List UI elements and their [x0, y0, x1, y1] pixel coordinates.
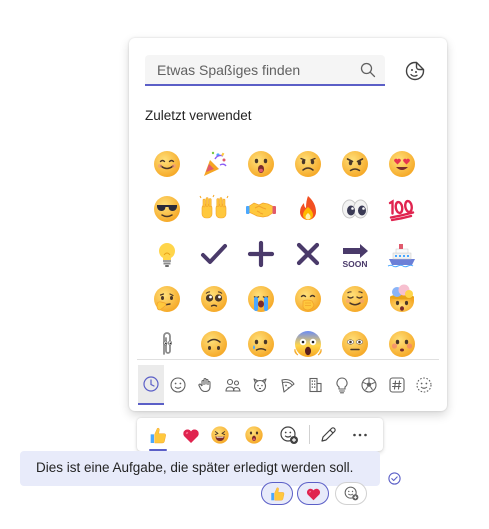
emoji-pleading-face[interactable] — [199, 284, 229, 314]
reaction-bar — [137, 418, 383, 451]
emoji-sunglasses-face[interactable] — [152, 194, 182, 224]
message-reaction-thumbs-up[interactable] — [261, 482, 293, 505]
sticker-icon[interactable] — [404, 60, 426, 82]
tab-objects[interactable] — [329, 365, 355, 405]
emoji-handshake[interactable] — [246, 194, 276, 224]
tab-custom[interactable] — [411, 365, 437, 405]
reaction-thumbs-up[interactable] — [145, 422, 171, 451]
emoji-soon-arrow[interactable]: SOON — [340, 239, 370, 269]
emoji-hundred-points[interactable] — [387, 194, 417, 224]
pizza-icon — [280, 378, 295, 393]
emoji-exploding-head[interactable] — [387, 284, 417, 314]
emoji-screaming-face[interactable] — [293, 329, 323, 357]
people-icon — [225, 378, 241, 392]
reaction-heart[interactable] — [178, 422, 204, 448]
smiley-icon — [170, 377, 186, 393]
emoji-raising-hands[interactable] — [199, 194, 229, 224]
emoji-relieved-face[interactable] — [340, 284, 370, 314]
emoji-cross-mark[interactable] — [293, 239, 323, 269]
read-check-icon — [388, 472, 401, 485]
tab-food[interactable] — [275, 365, 301, 405]
emoji-grid: SOON — [144, 145, 430, 357]
emoji-thinking-face[interactable] — [152, 284, 182, 314]
emoji-check-mark[interactable] — [199, 239, 229, 269]
emoji-tear-face[interactable] — [246, 329, 276, 357]
ball-icon — [361, 377, 377, 393]
message-text: Dies ist eine Aufgabe, die später erledi… — [36, 460, 354, 475]
hand-icon — [198, 377, 211, 393]
emoji-paperclip[interactable] — [152, 329, 182, 357]
clock-icon — [143, 376, 159, 392]
message-reaction-heart[interactable] — [297, 482, 329, 505]
emoji-party-popper[interactable] — [199, 149, 229, 179]
reaction-laughing-face[interactable] — [207, 422, 233, 448]
search-box[interactable] — [145, 55, 385, 86]
tab-smileys[interactable] — [165, 365, 191, 405]
animal-icon — [253, 378, 267, 393]
emoji-angry-face[interactable] — [340, 149, 370, 179]
add-reaction-icon[interactable] — [276, 422, 302, 448]
emoji-heart-eyes-face[interactable] — [387, 149, 417, 179]
emoji-eyes[interactable] — [340, 194, 370, 224]
tab-hands[interactable] — [193, 365, 219, 405]
more-icon[interactable] — [347, 422, 373, 448]
emoji-flushed-face[interactable] — [387, 329, 417, 357]
hash-icon — [389, 377, 405, 393]
tab-places[interactable] — [302, 365, 328, 405]
emoji-light-bulb[interactable] — [152, 239, 182, 269]
category-tabs — [137, 359, 439, 406]
section-title: Zuletzt verwendet — [145, 108, 252, 123]
bulb-icon — [336, 377, 348, 394]
emoji-ship[interactable] — [387, 239, 417, 269]
emoji-crying-face[interactable] — [246, 284, 276, 314]
emoji-fire[interactable] — [293, 194, 323, 224]
emoji-hand-over-mouth-face[interactable] — [293, 284, 323, 314]
svg-text:SOON: SOON — [342, 259, 367, 269]
tab-activities[interactable] — [356, 365, 382, 405]
tab-recent[interactable] — [138, 365, 164, 405]
add-reaction-icon — [344, 486, 358, 501]
tab-symbols[interactable] — [384, 365, 410, 405]
message-bubble[interactable]: Dies ist eine Aufgabe, die später erledi… — [20, 451, 380, 486]
emoji-upside-down-face[interactable] — [199, 329, 229, 357]
emoji-surprised-face[interactable] — [246, 149, 276, 179]
emoji-picker: Zuletzt verwendet SOON — [129, 38, 447, 411]
reaction-bar-divider — [309, 425, 310, 444]
emoji-frowning-face[interactable] — [293, 149, 323, 179]
edit-icon[interactable] — [315, 422, 341, 448]
tab-animals[interactable] — [247, 365, 273, 405]
search-icon[interactable] — [360, 62, 376, 78]
add-reaction-button[interactable] — [335, 482, 367, 505]
search-input[interactable] — [145, 55, 355, 84]
building-icon — [309, 377, 322, 393]
reaction-surprised-face[interactable] — [241, 422, 267, 448]
dotted-smiley-icon — [416, 377, 432, 393]
emoji-plus[interactable] — [246, 239, 276, 269]
tab-people[interactable] — [220, 365, 246, 405]
emoji-neutral-face[interactable] — [340, 329, 370, 357]
emoji-smiling-face[interactable] — [152, 149, 182, 179]
